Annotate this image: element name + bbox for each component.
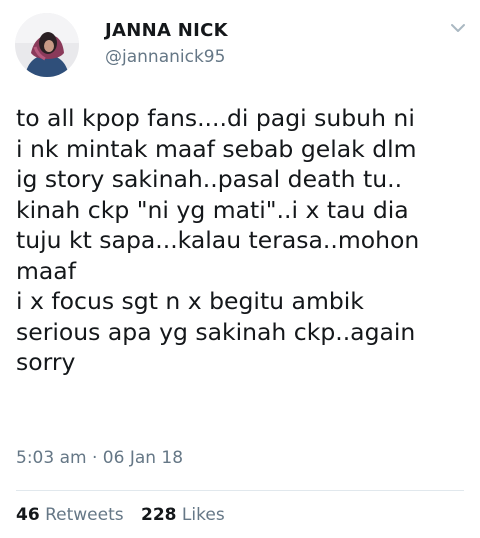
divider (16, 490, 464, 491)
tweet-text-line: kinah ckp "ni yg mati"..i x tau dia (16, 195, 409, 224)
likes-count: 228 (141, 505, 177, 525)
display-name[interactable]: JANNA NICK (105, 20, 228, 41)
tweet-text-line: i nk mintak maaf sebab gelak dlm (16, 134, 417, 163)
likes-label: Likes (181, 505, 225, 525)
avatar-image (15, 13, 79, 77)
tweet-text-line: maaf (16, 256, 76, 285)
retweets-stat[interactable]: 46 Retweets (16, 505, 124, 525)
likes-stat[interactable]: 228 Likes (141, 505, 225, 525)
tweet-text: to all kpop fans....di pagi subuh ni i n… (16, 103, 478, 378)
tweet-card: JANNA NICK @jannanick95 to all kpop fans… (0, 0, 480, 538)
chevron-down-icon[interactable] (449, 20, 467, 34)
tweet-text-line: to all kpop fans....di pagi subuh ni (16, 104, 415, 132)
retweets-count: 46 (16, 505, 40, 525)
engagement-stats: 46 Retweets 228 Likes (16, 505, 237, 525)
tweet-time: 5:03 am (16, 448, 87, 468)
tweet-text-line: sorry (16, 348, 76, 376)
username-handle[interactable]: @jannanick95 (105, 47, 225, 67)
tweet-text-line: ig story sakinah..pasal death tu.. (16, 165, 403, 193)
avatar[interactable] (15, 13, 79, 77)
timestamp-separator: · (91, 448, 98, 468)
tweet-timestamp[interactable]: 5:03 am · 06 Jan 18 (16, 448, 183, 468)
tweet-text-line: i x focus sgt n x begitu ambik (16, 287, 364, 315)
tweet-text-line: tuju kt sapa...kalau terasa..mohon (16, 226, 420, 254)
retweets-label: Retweets (45, 505, 124, 525)
tweet-date: 06 Jan 18 (102, 448, 184, 468)
tweet-text-line: serious apa yg sakinah ckp..again (16, 317, 416, 346)
